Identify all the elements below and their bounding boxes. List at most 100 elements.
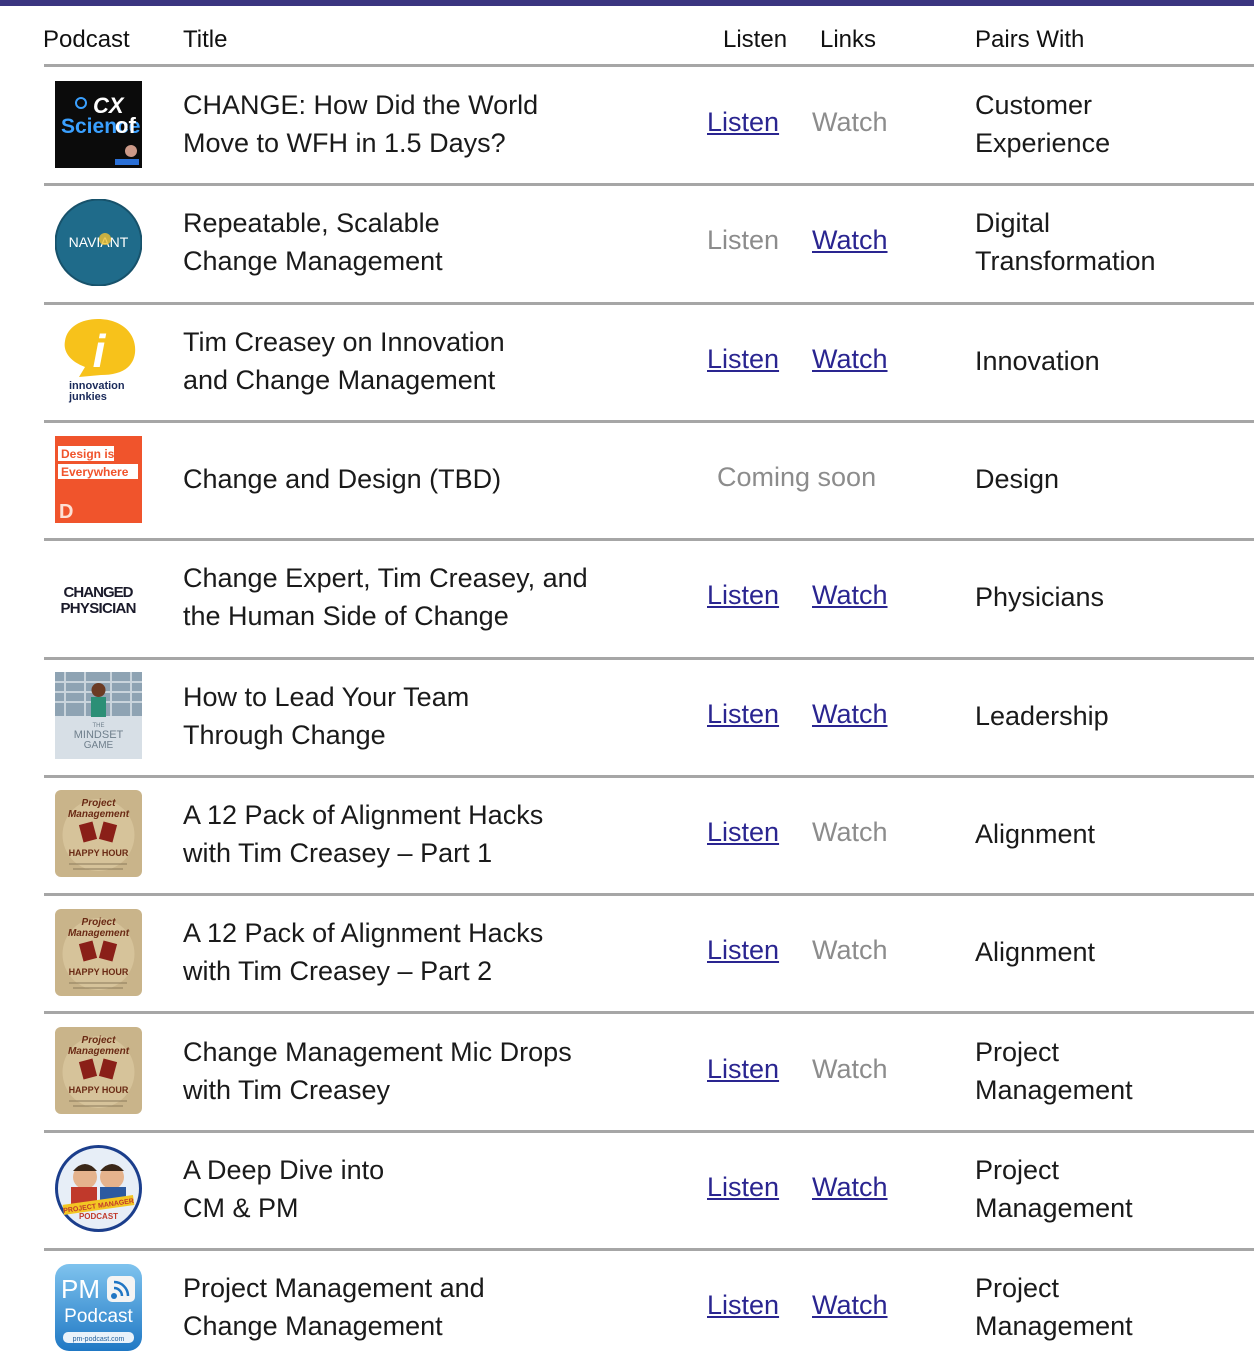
pairs-with-line: Digital bbox=[975, 208, 1051, 239]
table-row: Design is Everywhere D Change and Design … bbox=[0, 421, 1254, 539]
pairs-with-topic: Innovation bbox=[975, 342, 1100, 380]
episode-title: Project Management and Change Management bbox=[183, 1269, 485, 1345]
listen-link[interactable]: Listen bbox=[707, 344, 779, 375]
pairs-with-line: Alignment bbox=[975, 818, 1096, 849]
header-listen: Listen bbox=[723, 26, 788, 53]
episode-title-line: and Change Management bbox=[183, 364, 496, 395]
header-links: Links bbox=[820, 26, 877, 53]
svg-text:Project: Project bbox=[82, 1035, 117, 1046]
episode-title-line: CM & PM bbox=[183, 1192, 299, 1223]
episode-title-line: CHANGE: How Did the World bbox=[183, 90, 539, 121]
watch-link: Watch bbox=[812, 1053, 888, 1084]
episode-title: Repeatable, Scalable Change Management bbox=[183, 204, 443, 280]
watch-link: Watch bbox=[812, 935, 888, 966]
pairs-with-line: Project bbox=[975, 1036, 1060, 1067]
episode-title-line: with Tim Creasey – Part 1 bbox=[183, 837, 493, 868]
header-pairs-with: Pairs With bbox=[975, 26, 1085, 53]
episode-title: Change Management Mic Drops with Tim Crea… bbox=[183, 1033, 572, 1109]
watch-link: Watch bbox=[812, 816, 888, 847]
svg-text:i: i bbox=[93, 325, 107, 377]
episode-title-line: Through Change bbox=[183, 719, 386, 750]
svg-text:junkies: junkies bbox=[68, 391, 107, 403]
coming-soon-label: Coming soon bbox=[717, 462, 877, 493]
changed-physician-logo: CHANGED PHYSICIAN bbox=[55, 553, 142, 641]
pm-happy-hour-logo: Project Management HAPPY HOUR bbox=[55, 908, 142, 996]
pairs-with-line: Customer bbox=[975, 90, 1093, 121]
watch-link[interactable]: Watch bbox=[812, 1172, 888, 1203]
episode-title-line: A Deep Dive into bbox=[183, 1154, 385, 1185]
episode-title: A 12 Pack of Alignment Hacks with Tim Cre… bbox=[183, 796, 543, 872]
top-accent-bar bbox=[0, 0, 1254, 6]
episode-title-line: Change Management bbox=[183, 1311, 443, 1342]
episode-title-line: Project Management and bbox=[183, 1273, 485, 1304]
pairs-with-topic: Digital Transformation bbox=[975, 204, 1156, 280]
listen-link[interactable]: Listen bbox=[707, 699, 779, 730]
listen-link[interactable]: Listen bbox=[707, 1172, 779, 1203]
svg-text:Design is: Design is bbox=[61, 447, 115, 461]
episode-title-line: How to Lead Your Team bbox=[183, 681, 470, 712]
pairs-with-line: Design bbox=[975, 464, 1060, 495]
pm-podcast-logo: PM Podcast pm-podcast.com bbox=[55, 1263, 142, 1351]
innovation-junkies-logo: i innovation junkies bbox=[55, 317, 142, 405]
listen-link: Listen bbox=[707, 225, 780, 256]
pairs-with-line: Leadership bbox=[975, 700, 1109, 731]
episode-title-line: Change Management Mic Drops bbox=[183, 1036, 572, 1067]
table-row: THE MINDSET GAME How to Lead Your Team Thr… bbox=[0, 658, 1254, 776]
pairs-with-line: Management bbox=[975, 1311, 1133, 1342]
episode-title-line: Repeatable, Scalable bbox=[183, 208, 440, 239]
mindset-game-logo: THE MINDSET GAME bbox=[55, 672, 142, 760]
table-row: Project Management HAPPY HOUR Change Man… bbox=[0, 1012, 1254, 1130]
svg-text:HAPPY HOUR: HAPPY HOUR bbox=[69, 967, 129, 977]
svg-text:PODCAST: PODCAST bbox=[79, 1212, 118, 1221]
svg-text:GAME: GAME bbox=[84, 740, 114, 751]
pairs-with-topic: Customer Experience bbox=[975, 86, 1110, 162]
table-row: PM Podcast pm-podcast.com Project Managem… bbox=[0, 1249, 1254, 1367]
table-row: CX Science of CHANGE: How Did the World M… bbox=[0, 66, 1254, 184]
svg-text:PHYSICIAN: PHYSICIAN bbox=[61, 600, 137, 617]
episode-title: CHANGE: How Did the World Move to WFH in … bbox=[183, 86, 538, 162]
listen-link[interactable]: Listen bbox=[707, 580, 779, 611]
watch-link[interactable]: Watch bbox=[812, 1290, 888, 1321]
episode-title: How to Lead Your Team Through Change bbox=[183, 678, 469, 754]
project-manager-podcast-logo: PROJECT MANAGER PODCAST bbox=[55, 1145, 142, 1233]
svg-text:Podcast: Podcast bbox=[64, 1306, 133, 1327]
science-of-cx-logo: CX Science of bbox=[55, 80, 142, 168]
watch-link[interactable]: Watch bbox=[812, 344, 888, 375]
episode-title-line: Move to WFH in 1.5 Days? bbox=[183, 128, 506, 159]
pairs-with-topic: Project Management bbox=[975, 1151, 1133, 1227]
svg-text:Project: Project bbox=[82, 798, 117, 809]
listen-link[interactable]: Listen bbox=[707, 1054, 779, 1085]
table-row: PROJECT MANAGER PODCAST A Deep Dive into C… bbox=[0, 1131, 1254, 1249]
table-row: i innovation junkies Tim Creasey on Innov… bbox=[0, 303, 1254, 421]
pairs-with-line: Physicians bbox=[975, 582, 1105, 613]
pairs-with-line: Innovation bbox=[975, 345, 1100, 376]
episode-title-line: A 12 Pack of Alignment Hacks bbox=[183, 799, 544, 830]
header-podcast: Podcast bbox=[43, 26, 130, 53]
episode-title: A Deep Dive into CM & PM bbox=[183, 1151, 384, 1227]
svg-text:Management: Management bbox=[68, 809, 130, 820]
svg-text:NAVIANT: NAVIANT bbox=[69, 234, 129, 250]
listen-link[interactable]: Listen bbox=[707, 817, 779, 848]
pairs-with-line: Alignment bbox=[975, 937, 1096, 968]
design-is-everywhere-logo: Design is Everywhere D bbox=[55, 435, 142, 523]
pairs-with-topic: Alignment bbox=[975, 933, 1095, 971]
svg-text:Everywhere: Everywhere bbox=[61, 465, 129, 479]
episode-title-line: Tim Creasey on Innovation bbox=[183, 326, 505, 357]
header-title: Title bbox=[183, 26, 228, 53]
watch-link[interactable]: Watch bbox=[812, 699, 888, 730]
pairs-with-line: Management bbox=[975, 1192, 1133, 1223]
pairs-with-line: Management bbox=[975, 1074, 1133, 1105]
pairs-with-topic: Leadership bbox=[975, 697, 1109, 735]
listen-link[interactable]: Listen bbox=[707, 935, 779, 966]
watch-link[interactable]: Watch bbox=[812, 225, 888, 256]
watch-link[interactable]: Watch bbox=[812, 580, 888, 611]
episode-title-line: with Tim Creasey – Part 2 bbox=[183, 956, 493, 987]
episode-title: A 12 Pack of Alignment Hacks with Tim Cre… bbox=[183, 914, 543, 990]
episode-title: Tim Creasey on Innovation and Change Mana… bbox=[183, 323, 505, 399]
listen-link[interactable]: Listen bbox=[707, 107, 779, 138]
pairs-with-line: Experience bbox=[975, 128, 1111, 159]
table-row: Project Management HAPPY HOUR A 12 Pack … bbox=[0, 894, 1254, 1012]
listen-link[interactable]: Listen bbox=[707, 1290, 779, 1321]
svg-text:Management: Management bbox=[68, 928, 130, 939]
svg-text:Management: Management bbox=[68, 1046, 130, 1057]
